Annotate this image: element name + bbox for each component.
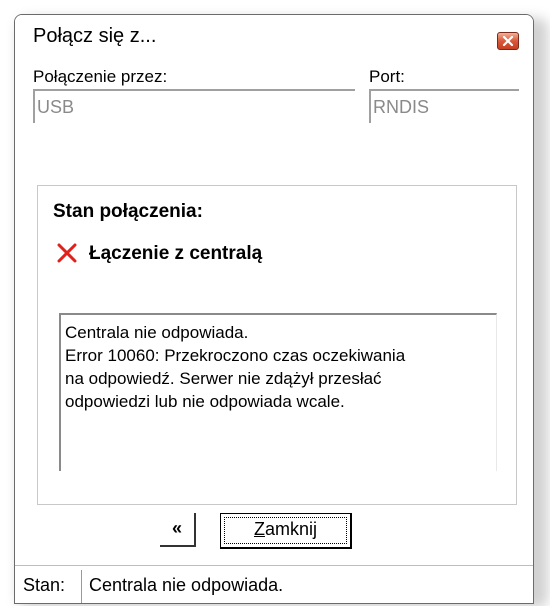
connection-via-label: Połączenie przez: [33, 67, 168, 86]
window-title: Połącz się z... [33, 25, 157, 47]
connect-dialog: Połącz się z... Połączenie przez: USB Po… [14, 14, 534, 604]
port-field: RNDIS [369, 89, 519, 123]
status-bar-divider [81, 570, 82, 603]
connection-status-heading: Stan połączenia: [53, 201, 203, 222]
connection-step-label: Łączenie z centralą [89, 243, 263, 264]
close-dialog-button[interactable]: Zamknij [220, 513, 352, 549]
connection-via-field: USB [33, 89, 355, 123]
error-x-icon [57, 243, 77, 263]
status-bar-text: Centrala nie odpowiada. [89, 575, 284, 595]
window-close-button[interactable] [497, 32, 519, 50]
close-icon [502, 35, 514, 47]
status-bar: Stan: Centrala nie odpowiada. [15, 565, 533, 603]
error-message-box[interactable]: Centrala nie odpowiada. Error 10060: Prz… [59, 313, 497, 471]
title-bar[interactable]: Połącz się z... [15, 15, 533, 59]
focus-rectangle [224, 517, 347, 544]
back-button[interactable]: « [160, 513, 196, 547]
port-label: Port: [369, 67, 405, 86]
status-bar-label: Stan: [23, 575, 66, 595]
